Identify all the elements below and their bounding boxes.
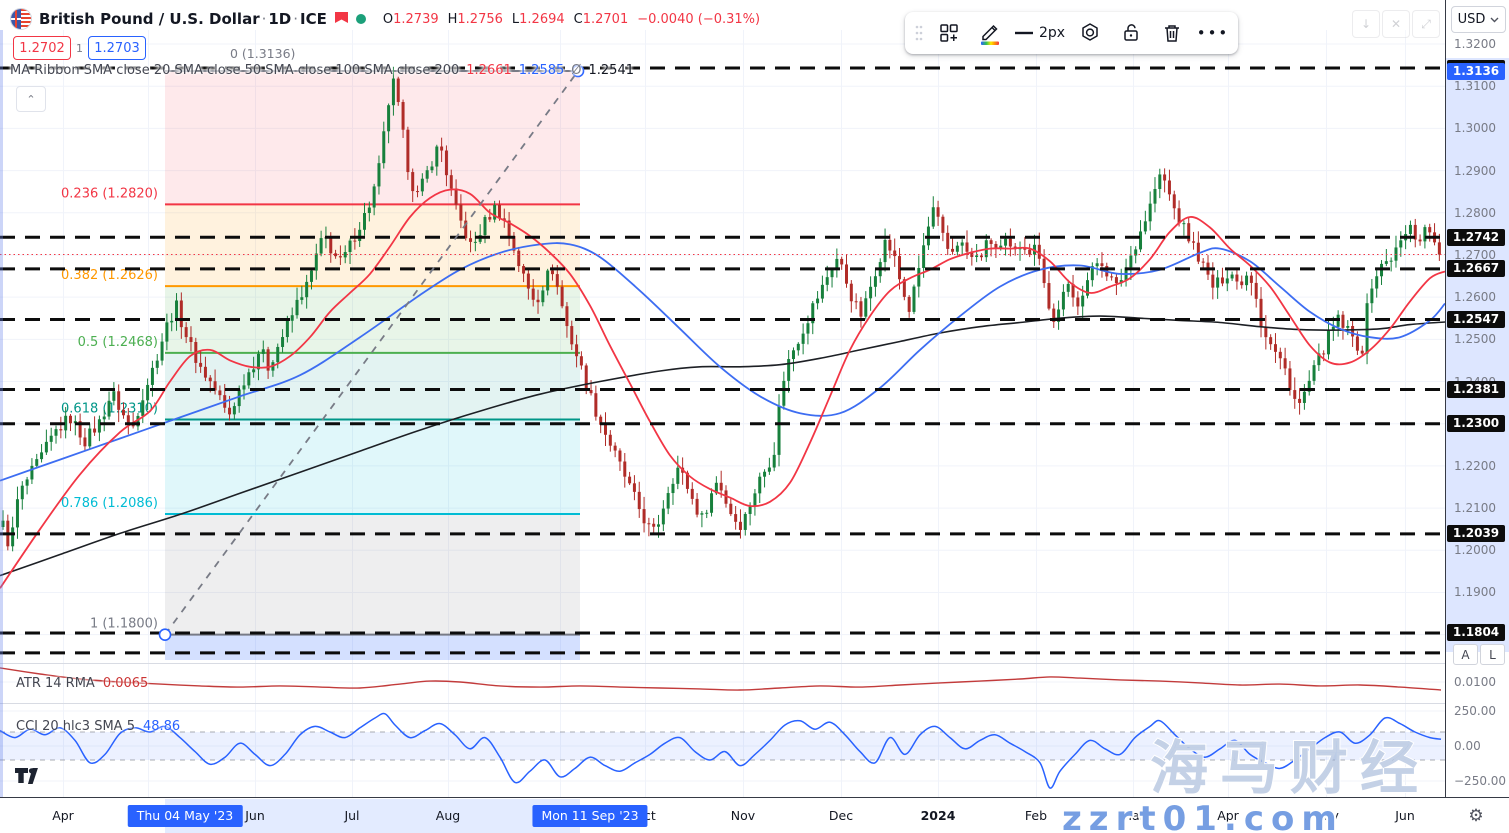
price-tick: 1.2200: [1454, 459, 1496, 473]
time-label: Dec: [829, 808, 853, 823]
chart-canvas[interactable]: 0.236 (1.2820) 0.382 (1.2626) 0.5 (1.2468)…: [0, 0, 1445, 797]
symbol-title[interactable]: British Pound / U.S. Dollar·1D·ICE: [39, 10, 327, 28]
spread-value: 1: [76, 42, 83, 55]
ma-ribbon-legend[interactable]: MA Ribbon SMA close 20 SMA close 50 SMA …: [10, 63, 634, 78]
lock-icon[interactable]: [1112, 16, 1150, 50]
hline-price-badge: 1.2667: [1447, 260, 1505, 277]
fib-scale-highlight: [1446, 58, 1509, 652]
atr-value: 0.0065: [103, 676, 149, 691]
price-tick: 1.2100: [1454, 501, 1496, 515]
svg-text:0.236 (1.2820): 0.236 (1.2820): [61, 186, 158, 201]
collapse-legend-button[interactable]: ⌃: [16, 86, 46, 112]
fib-level-0-label: 0 (1.3136): [230, 46, 295, 61]
buy-button[interactable]: 1.2703: [88, 36, 146, 60]
price-tick: 1.2500: [1454, 332, 1496, 346]
color-picker-icon[interactable]: [971, 16, 1009, 50]
cci-legend[interactable]: CCI 20 hlc3 SMA 548.86: [16, 719, 180, 734]
time-label: Feb: [1025, 808, 1047, 823]
time-label: Jun: [245, 808, 265, 823]
hline-price-badge: 1.2381: [1447, 381, 1505, 398]
price-tick: 1.3200: [1454, 37, 1496, 51]
more-options-icon[interactable]: •••: [1194, 16, 1232, 50]
time-label: Mar: [1121, 808, 1145, 823]
time-label: Apr: [1217, 808, 1239, 823]
change-readout: −0.0040 (−0.31%): [637, 12, 760, 27]
tradingview-chart-app: 0.236 (1.2820) 0.382 (1.2626) 0.5 (1.2468)…: [0, 0, 1509, 833]
interval-label: 1D: [268, 10, 291, 28]
sma100-hidden: Ø: [571, 63, 581, 78]
time-label: Aug: [436, 808, 460, 823]
indicator-tick: 0.0100: [1454, 675, 1496, 689]
price-tick: 1.2000: [1454, 543, 1496, 557]
fib-start-date-badge: Thu 04 May '23: [128, 805, 243, 827]
log-scale-button[interactable]: L: [1480, 644, 1505, 665]
fib-price-badge: 1.3136: [1447, 63, 1505, 80]
symbol-header: British Pound / U.S. Dollar·1D·ICE O1.27…: [10, 7, 760, 31]
maximize-pane-icon[interactable]: ⤢: [1412, 10, 1440, 38]
indicator-tick: 250.00: [1454, 704, 1496, 718]
add-to-layout-icon[interactable]: [930, 16, 968, 50]
settings-hexagon-icon[interactable]: [1071, 16, 1109, 50]
symbol-flag-icon: [10, 8, 32, 30]
move-pane-down-icon[interactable]: ↓: [1352, 10, 1380, 38]
sell-button[interactable]: 1.2702: [13, 36, 71, 60]
fib-end-date-badge: Mon 11 Sep '23: [532, 805, 647, 827]
hline-price-badge: 1.2039: [1447, 525, 1505, 542]
hline-price-badge: 1.2742: [1447, 229, 1505, 246]
time-label: Nov: [731, 808, 755, 823]
tradingview-logo[interactable]: [14, 767, 44, 789]
time-label: 2024: [921, 808, 956, 823]
sma200-value: 1.2541: [589, 63, 635, 78]
time-label: Jun: [1395, 808, 1415, 823]
indicator-tick: −250.00: [1454, 774, 1506, 788]
auto-scale-button[interactable]: A: [1453, 644, 1478, 665]
price-scale[interactable]: USD A L 1.3200 1.3100 1.3000 1.2900 1.2800 1.…: [1445, 0, 1509, 797]
cci-value: 48.86: [143, 719, 180, 734]
market-status-icon: [356, 14, 366, 24]
svg-text:0.786 (1.2086): 0.786 (1.2086): [61, 496, 158, 511]
time-axis[interactable]: AprJunJulAugOctNovDec2024FebMarAprMayJun…: [0, 797, 1509, 833]
svg-text:0.382 (1.2626): 0.382 (1.2626): [61, 268, 158, 283]
time-label: Jul: [344, 808, 359, 823]
line-width-button[interactable]: 2px: [1012, 16, 1068, 50]
price-tick: 1.2800: [1454, 206, 1496, 220]
hline-price-badge: 1.1804: [1447, 624, 1505, 641]
drag-handle-icon[interactable]: [911, 24, 927, 42]
hline-price-badge: 1.2547: [1447, 311, 1505, 328]
ohlc-readout: O1.2739 H1.2756 L1.2694 C1.2701 −0.0040 …: [383, 12, 760, 27]
sma20-value: 1.2661: [466, 63, 512, 78]
price-tick: 1.3100: [1454, 79, 1496, 93]
time-label: Apr: [52, 808, 74, 823]
flag-marker-icon[interactable]: [334, 11, 349, 27]
indicator-tick: 0.00: [1454, 739, 1481, 753]
axis-settings-gear-icon[interactable]: ⚙: [1463, 803, 1489, 829]
fib-anchor-start[interactable]: [160, 629, 171, 640]
chevron-down-icon: [1490, 17, 1499, 23]
quote-buttons: 1.2702 1 1.2703: [13, 36, 146, 60]
hline-price-badge: 1.2300: [1447, 415, 1505, 432]
price-tick: 1.2600: [1454, 290, 1496, 304]
exchange-label: ICE: [300, 10, 327, 28]
close-pane-icon[interactable]: ✕: [1382, 10, 1410, 38]
time-label: May: [1313, 808, 1339, 823]
sma50-value: 1.2585: [519, 63, 565, 78]
atr-legend[interactable]: ATR 14 RMA0.0065: [16, 676, 148, 691]
brand-watermark: 海马财经: [1150, 734, 1430, 797]
svg-text:0.5 (1.2468): 0.5 (1.2468): [78, 335, 158, 350]
drawing-toolbar: 2px •••: [905, 12, 1238, 54]
svg-text:1 (1.1800): 1 (1.1800): [90, 617, 158, 632]
currency-dropdown[interactable]: USD: [1451, 6, 1506, 33]
left-panel-rail: [0, 30, 3, 797]
price-tick: 1.3000: [1454, 121, 1496, 135]
price-tick: 1.1900: [1454, 585, 1496, 599]
price-tick: 1.2900: [1454, 164, 1496, 178]
delete-icon[interactable]: [1153, 16, 1191, 50]
